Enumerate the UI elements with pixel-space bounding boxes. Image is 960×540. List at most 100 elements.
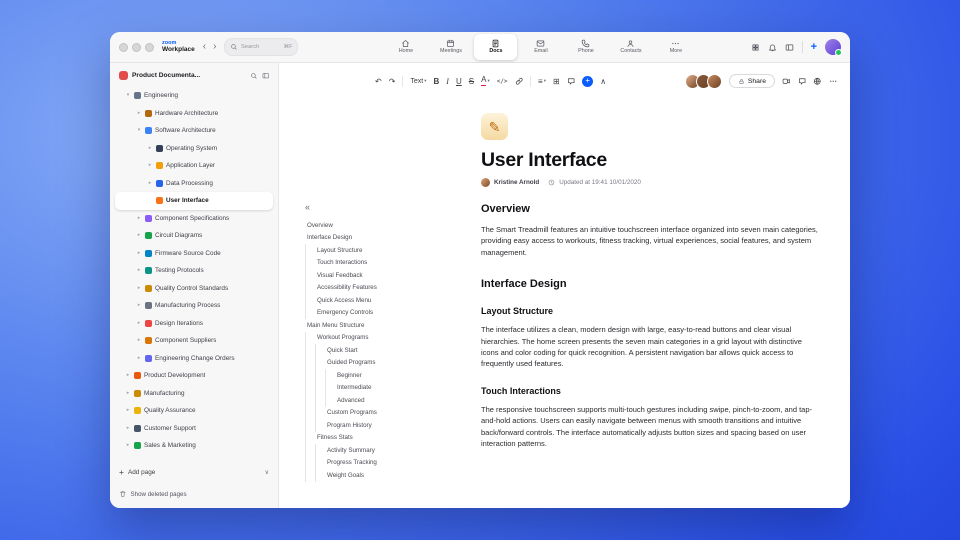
back-button[interactable]: ‹ <box>203 42 206 52</box>
sidebar-page-circuit-diagrams[interactable]: ▸ Circuit Diagrams <box>115 227 273 245</box>
minimize-button[interactable] <box>132 42 141 52</box>
workspace-name[interactable]: Product Documenta... <box>132 72 246 79</box>
notifications-bell-icon[interactable] <box>768 43 777 52</box>
chevron-right-icon[interactable]: ▸ <box>125 443 131 448</box>
chevron-down-icon[interactable]: ∨ <box>265 469 269 476</box>
outline-item-advanced[interactable]: Advanced <box>305 394 467 407</box>
sidebar-page-application-layer[interactable]: ▸ Application Layer <box>115 157 273 175</box>
outline-item-layout-structure[interactable]: Layout Structure <box>305 244 467 257</box>
chevron-right-icon[interactable]: ▸ <box>136 215 142 221</box>
sidebar-page-data-processing[interactable]: ▸ Data Processing <box>115 175 273 193</box>
outline-item-activity-summary[interactable]: Activity Summary <box>305 444 467 457</box>
chevron-right-icon[interactable]: ▸ <box>147 180 153 186</box>
outline-item-program-history[interactable]: Program History <box>305 419 467 432</box>
sidebar-page-component-specifications[interactable]: ▸ Component Specifications <box>115 210 273 228</box>
sidebar-page-quality-control-standards[interactable]: ▸ Quality Control Standards <box>115 280 273 298</box>
video-icon[interactable] <box>782 74 791 88</box>
show-deleted-pages-button[interactable]: Show deleted pages <box>119 487 269 501</box>
document-title[interactable]: User Interface <box>481 149 820 172</box>
chevron-right-icon[interactable]: ▸ <box>136 285 142 291</box>
chevron-right-icon[interactable]: ▸ <box>125 373 131 378</box>
outline-item-progress-tracking[interactable]: Progress Tracking <box>305 456 467 469</box>
share-button[interactable]: Share <box>728 74 775 88</box>
quick-add-button[interactable]: + <box>811 41 817 53</box>
sidebar-page-software-architecture[interactable]: ▾ Software Architecture <box>115 122 273 140</box>
chevron-right-icon[interactable]: ▸ <box>136 268 142 273</box>
chevron-right-icon[interactable]: ▸ <box>136 355 142 361</box>
outline-item-workout-programs[interactable]: Workout Programs <box>305 331 467 344</box>
sidebar-page-manufacturing[interactable]: ▸ Manufacturing <box>115 385 273 403</box>
collapse-button[interactable]: ∧ <box>600 74 606 88</box>
outline-item-interface-design[interactable]: Interface Design <box>305 232 467 245</box>
add-page-button[interactable]: + Add page ∨ <box>119 464 269 480</box>
outline-item-intermediate[interactable]: Intermediate <box>305 381 467 394</box>
sidebar-page-engineering-change-orders[interactable]: ▸ Engineering Change Orders <box>115 350 273 368</box>
chevron-right-icon[interactable]: ▸ <box>136 338 142 343</box>
outline-item-accessibility-features[interactable]: Accessibility Features <box>305 281 467 294</box>
chevron-right-icon[interactable]: ▸ <box>147 163 153 168</box>
sidebar-page-sales-marketing[interactable]: ▸ Sales & Marketing <box>115 437 273 455</box>
comment-icon[interactable] <box>798 74 807 88</box>
chevron-right-icon[interactable]: ▸ <box>125 390 131 396</box>
sidebar-page-design-iterations[interactable]: ▸ Design Iterations <box>115 315 273 333</box>
collaborator-avatar[interactable] <box>706 73 722 89</box>
chevron-right-icon[interactable]: ▸ <box>136 303 142 308</box>
outline-item-beginner[interactable]: Beginner <box>305 369 467 382</box>
sidebar-search-icon[interactable] <box>250 72 258 80</box>
tab-meetings[interactable]: Meetings <box>429 34 472 60</box>
globe-icon[interactable] <box>813 74 822 88</box>
outline-item-quick-start[interactable]: Quick Start <box>305 344 467 357</box>
outline-item-fitness-stats[interactable]: Fitness Stats <box>305 431 467 444</box>
apps-grid-icon[interactable] <box>751 43 760 52</box>
sidebar-page-component-suppliers[interactable]: ▸ Component Suppliers <box>115 332 273 350</box>
panel-toggle-icon[interactable] <box>785 43 794 52</box>
chevron-down-icon[interactable]: ▾ <box>136 128 142 133</box>
global-search-input[interactable]: Search ⌘F <box>224 38 299 56</box>
list-button[interactable]: ≡ ▾ <box>538 74 546 88</box>
sidebar-page-hardware-architecture[interactable]: ▸ Hardware Architecture <box>115 105 273 123</box>
tab-docs[interactable]: Docs <box>474 34 518 60</box>
code-button[interactable]: </> <box>497 74 508 88</box>
sidebar-page-firmware-source-code[interactable]: ▸ Firmware Source Code <box>115 245 273 263</box>
close-button[interactable] <box>119 42 128 52</box>
outline-item-overview[interactable]: Overview <box>305 219 467 232</box>
bold-button[interactable]: B <box>434 74 440 88</box>
outline-item-main-menu-structure[interactable]: Main Menu Structure <box>305 319 467 332</box>
underline-button[interactable]: U <box>456 74 462 88</box>
redo-button[interactable]: ↷ <box>389 74 396 88</box>
sidebar-page-operating-system[interactable]: ▸ Operating System <box>115 140 273 158</box>
chevron-right-icon[interactable]: ▸ <box>136 110 142 116</box>
italic-button[interactable]: I <box>446 74 449 88</box>
text-style-button[interactable]: Text ▾ <box>410 74 426 88</box>
chevron-right-icon[interactable]: ▸ <box>136 320 142 326</box>
chevron-down-icon[interactable]: ▾ <box>125 93 131 98</box>
sidebar-page-testing-protocols[interactable]: ▸ Testing Protocols <box>115 262 273 280</box>
maximize-button[interactable] <box>145 42 154 52</box>
sidebar-page-product-development[interactable]: ▸ Product Development <box>115 367 273 385</box>
outline-item-touch-interactions[interactable]: Touch Interactions <box>305 256 467 269</box>
tab-contacts[interactable]: Contacts <box>609 34 652 60</box>
link-button[interactable] <box>515 74 524 88</box>
outline-item-visual-feedback[interactable]: Visual Feedback <box>305 269 467 282</box>
outline-item-guided-programs[interactable]: Guided Programs <box>305 356 467 369</box>
outline-item-quick-access-menu[interactable]: Quick Access Menu <box>305 294 467 307</box>
text-color-button[interactable]: A ▾ <box>481 74 490 88</box>
sidebar-page-customer-support[interactable]: ▸ Customer Support <box>115 420 273 438</box>
forward-button[interactable]: › <box>213 42 216 52</box>
outline-item-weight-goals[interactable]: Weight Goals <box>305 469 467 482</box>
chevron-right-icon[interactable]: ▸ <box>136 250 142 256</box>
tab-home[interactable]: Home <box>384 34 427 60</box>
user-avatar[interactable] <box>825 39 842 56</box>
sidebar-collapse-icon[interactable] <box>262 72 270 80</box>
outline-item-custom-programs[interactable]: Custom Programs <box>305 406 467 419</box>
outline-collapse-icon[interactable]: « <box>305 203 467 212</box>
sidebar-page-user-interface[interactable]: User Interface <box>115 192 273 210</box>
more-icon[interactable] <box>829 74 838 88</box>
insert-button[interactable]: + <box>582 74 594 88</box>
chevron-right-icon[interactable]: ▸ <box>147 145 153 151</box>
comment-button[interactable] <box>567 74 576 88</box>
chevron-right-icon[interactable]: ▸ <box>125 408 131 413</box>
undo-button[interactable]: ↶ <box>375 74 382 88</box>
tab-email[interactable]: Email <box>519 34 562 60</box>
table-button[interactable]: ⊞ <box>553 74 560 88</box>
